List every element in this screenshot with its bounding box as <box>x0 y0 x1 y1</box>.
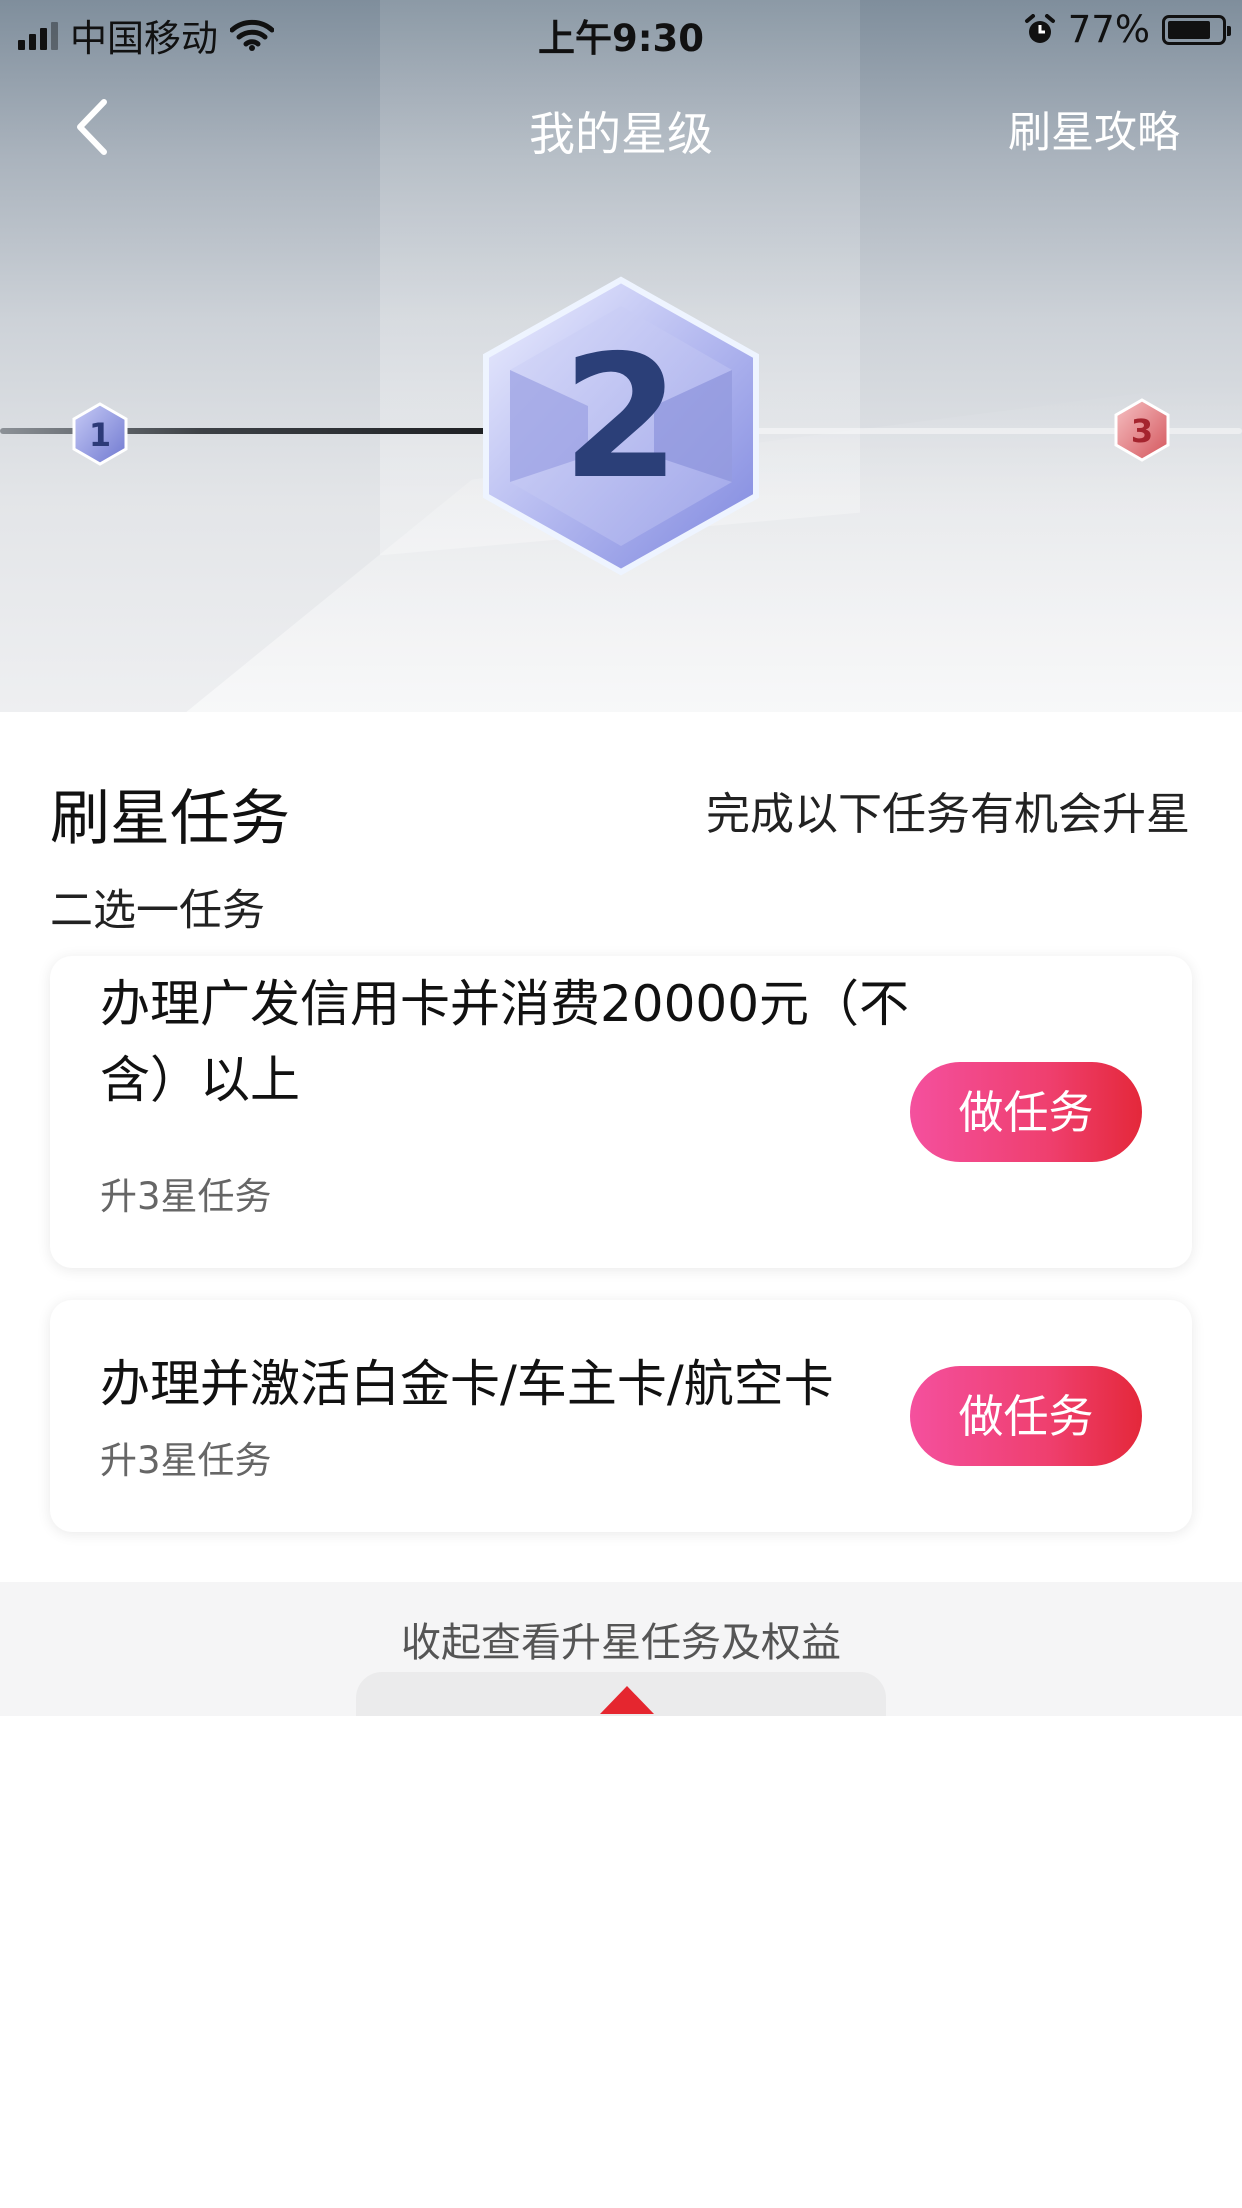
svg-text:2: 2 <box>562 319 680 517</box>
battery-icon <box>1162 14 1231 45</box>
nav-bar: 我的星级 刷星攻略 <box>0 62 1242 192</box>
do-task-button[interactable]: 做任务 <box>910 1366 1142 1466</box>
task-title: 办理广发信用卡并消费20000元（不含）以上 <box>100 975 910 1109</box>
svg-text:1: 1 <box>89 416 111 454</box>
task-title: 办理并激活白金卡/车主卡/航空卡 <box>100 1355 834 1413</box>
current-level-badge-icon: 2 <box>483 276 759 576</box>
collapse-bar[interactable]: 收起查看升星任务及权益 <box>0 1582 1242 1716</box>
star-guide-link[interactable]: 刷星攻略 <box>1008 98 1180 160</box>
svg-text:3: 3 <box>1131 412 1153 450</box>
alarm-icon <box>1024 13 1055 43</box>
task-tag: 升3星任务 <box>100 1175 272 1218</box>
battery-percent: 77% <box>1067 8 1150 51</box>
status-right: 77% <box>1024 8 1231 51</box>
task-tag: 升3星任务 <box>100 1439 272 1482</box>
level-1-badge-icon: 1 <box>72 402 128 466</box>
status-bar: 中国移动 上午9:30 77% <box>0 0 1242 62</box>
star-level-hero: 中国移动 上午9:30 77% 我的星级 刷星攻略 1 3 2 <box>0 0 1242 712</box>
caret-up-icon[interactable] <box>600 1686 654 1714</box>
collapse-label[interactable]: 收起查看升星任务及权益 <box>0 1610 1242 1668</box>
level-3-badge-icon: 3 <box>1114 398 1170 462</box>
task-card: 办理广发信用卡并消费20000元（不含）以上 升3星任务 做任务 <box>50 956 1192 1268</box>
do-task-button[interactable]: 做任务 <box>910 1062 1142 1162</box>
section-title: 刷星任务 <box>50 784 290 854</box>
section-hint: 完成以下任务有机会升星 <box>706 789 1190 840</box>
task-card: 办理并激活白金卡/车主卡/航空卡 升3星任务 做任务 <box>50 1300 1192 1532</box>
section-subtitle: 二选一任务 <box>50 886 265 936</box>
